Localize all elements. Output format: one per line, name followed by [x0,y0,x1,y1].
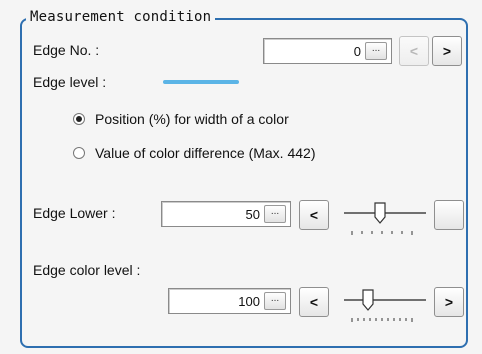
edge-level-label: Edge level : [33,74,107,90]
edge-color-level-slider-thumb [362,289,374,311]
edge-color-level-slider[interactable] [340,284,430,328]
edge-lower-decrease-button[interactable]: < [299,200,329,230]
edge-color-level-increase-button[interactable]: > [434,287,464,317]
edge-no-value: 0 [353,44,361,59]
radio-selected-dot [76,116,82,122]
radio-color-difference[interactable] [73,147,85,159]
edge-lower-slider[interactable] [340,197,430,241]
edge-lower-label: Edge Lower : [33,205,116,221]
edge-no-label: Edge No. : [33,42,100,58]
option-position-percent-label[interactable]: Position (%) for width of a color [95,111,289,127]
edge-no-next-button[interactable]: > [432,36,462,66]
edge-no-prev-button[interactable]: < [399,36,429,66]
edge-lower-increase-button[interactable] [434,200,464,230]
edge-color-level-label: Edge color level : [33,262,141,278]
edge-no-field[interactable]: 0 ... [263,38,392,64]
group-title: Measurement condition [26,9,216,25]
edge-color-level-value: 100 [238,294,260,309]
edge-no-browse-button[interactable]: ... [365,42,387,60]
edge-color-level-field[interactable]: 100 ... [168,288,291,314]
radio-position-percent[interactable] [73,113,85,125]
edge-lower-slider-thumb [374,202,386,224]
edge-color-level-browse-button[interactable]: ... [264,292,286,310]
option-color-difference-label[interactable]: Value of color difference (Max. 442) [95,145,316,161]
edge-color-level-decrease-button[interactable]: < [299,287,329,317]
edge-level-color-line [163,80,239,84]
edge-lower-field[interactable]: 50 ... [161,201,291,227]
edge-lower-browse-button[interactable]: ... [264,205,286,223]
edge-lower-value: 50 [245,207,260,222]
